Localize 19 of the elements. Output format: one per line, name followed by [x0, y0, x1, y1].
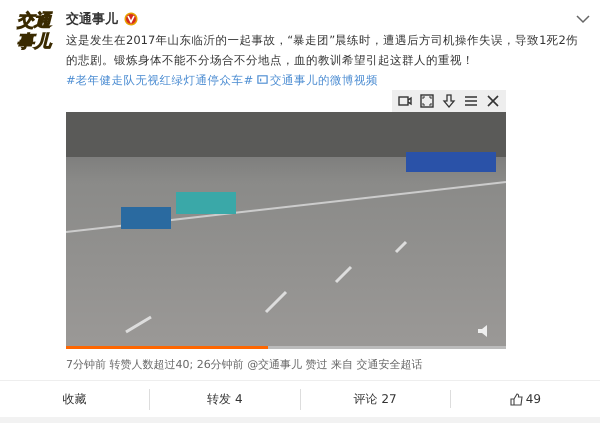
like-button[interactable]: 49 [506, 390, 546, 408]
thumbs-up-icon [510, 392, 523, 406]
logo: 交通 事儿 [16, 10, 54, 54]
download-icon[interactable] [442, 94, 456, 108]
menu-icon[interactable] [464, 94, 478, 108]
favorite-button[interactable]: 收藏 [58, 388, 91, 410]
author-name[interactable]: 交通事儿 [66, 10, 118, 28]
fullscreen-icon[interactable] [420, 94, 434, 108]
comment-button[interactable]: 评论 27 [350, 388, 401, 410]
volume-icon[interactable] [478, 325, 487, 337]
chevron-down-icon[interactable] [576, 14, 590, 24]
topic-link[interactable]: #老年健走队无视红绿灯通停众车# [66, 73, 254, 87]
video-icon [256, 74, 268, 85]
close-icon[interactable] [486, 94, 500, 108]
video-link[interactable]: 交通事儿的微博视频 [256, 73, 378, 87]
camera-icon[interactable] [398, 94, 412, 108]
post-meta: 7分钟前 转赞人数超过40; 26分钟前 @交通事儿 赞过 来自 交通安全超话 [66, 357, 424, 372]
post-text: 这是发生在2017年山东临沂的一起事故，“暴走团”晨练时，遭遇后方司机操作失误，导致1死2伤的悲剧。锻炼身体不能不分场合不分地点，血的教训希望引起这群人的重视！ #老年健走队无视红绿灯通停众车# 交通事儿的微博视频 [66, 32, 579, 89]
repost-button[interactable]: 转发 4 [203, 388, 247, 410]
